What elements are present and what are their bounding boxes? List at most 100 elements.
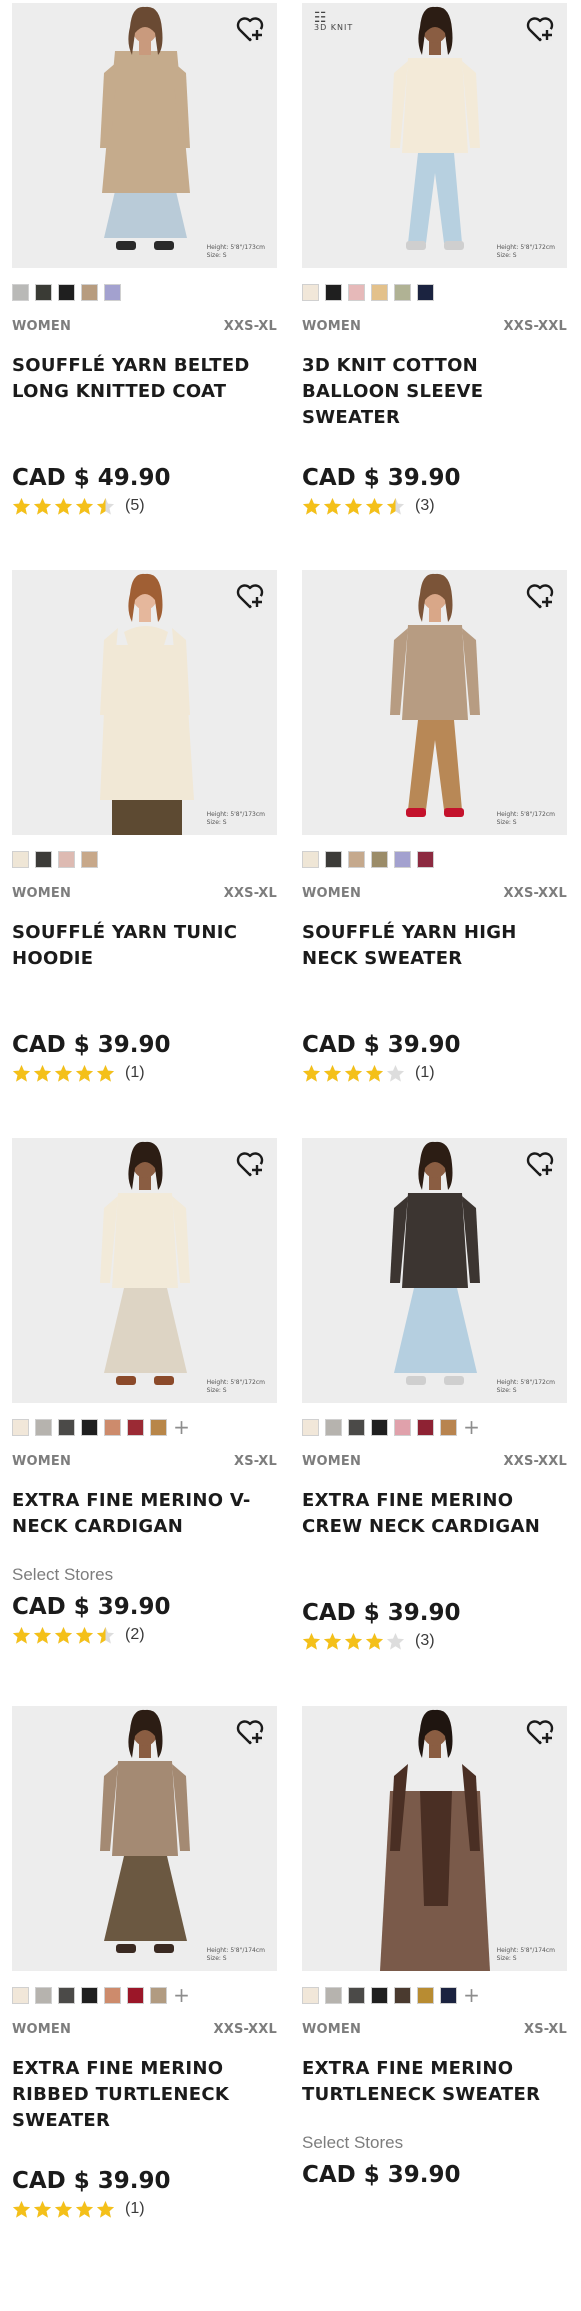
more-colors-icon[interactable]: + — [173, 1417, 190, 1437]
color-swatch[interactable] — [394, 1986, 411, 2004]
model-size-note-line: Height: 5'8"/173cm — [206, 811, 265, 818]
color-swatch[interactable] — [12, 1418, 29, 1436]
wishlist-heart-icon[interactable] — [525, 1150, 555, 1178]
color-swatch[interactable] — [302, 283, 319, 301]
color-swatch[interactable] — [394, 850, 411, 868]
model-size-note-line: Size: S — [496, 819, 517, 826]
product-image[interactable]: Height: 5'8"/173cm Size: S — [12, 570, 277, 835]
color-swatch[interactable] — [302, 1418, 319, 1436]
color-swatch[interactable] — [12, 283, 29, 301]
star-icon — [323, 1064, 342, 1082]
product-card[interactable]: Height: 5'8"/173cm Size: S WOMEN XXS-XL SOUF… — [12, 3, 277, 563]
color-swatch[interactable] — [371, 283, 388, 301]
color-swatch[interactable] — [348, 283, 365, 301]
product-image[interactable]: Height: 5'8"/174cm Size: S — [12, 1706, 277, 1971]
color-swatch[interactable] — [12, 1986, 29, 2004]
product-price: CAD $ 39.90 — [12, 1032, 171, 1058]
color-swatch[interactable] — [325, 850, 342, 868]
star-rating[interactable]: (3) — [302, 495, 567, 517]
more-colors-icon[interactable]: + — [463, 1417, 480, 1437]
color-swatch[interactable] — [12, 850, 29, 868]
color-swatch[interactable] — [150, 1418, 167, 1436]
product-name[interactable]: EXTRA FINE MERINO V-NECK CARDIGAN — [12, 1488, 277, 1540]
wishlist-heart-icon[interactable] — [525, 582, 555, 610]
color-swatch[interactable] — [35, 1986, 52, 2004]
product-card[interactable]: Height: 5'8"/174cm Size: S + WOMEN XXS-XXL EX… — [12, 1706, 277, 2266]
color-swatch[interactable] — [325, 1418, 342, 1436]
color-swatch[interactable] — [104, 283, 121, 301]
color-swatch[interactable] — [302, 850, 319, 868]
color-swatches — [12, 283, 277, 301]
wishlist-heart-icon[interactable] — [525, 1718, 555, 1746]
product-name[interactable]: EXTRA FINE MERINO CREW NECK CARDIGAN — [302, 1488, 567, 1540]
product-name[interactable]: 3D KNIT COTTON BALLOON SLEEVE SWEATER — [302, 353, 567, 431]
color-swatch[interactable] — [127, 1986, 144, 2004]
color-swatch[interactable] — [81, 1418, 98, 1436]
color-swatch[interactable] — [58, 283, 75, 301]
color-swatch[interactable] — [371, 1986, 388, 2004]
wishlist-heart-icon[interactable] — [235, 1718, 265, 1746]
color-swatch[interactable] — [348, 850, 365, 868]
star-rating[interactable]: (5) — [12, 495, 277, 517]
product-image[interactable]: Height: 5'8"/172cm Size: S — [302, 1138, 567, 1403]
color-swatch[interactable] — [81, 1986, 98, 2004]
color-swatch[interactable] — [417, 1986, 434, 2004]
color-swatch[interactable] — [104, 1986, 121, 2004]
color-swatch[interactable] — [35, 850, 52, 868]
more-colors-icon[interactable]: + — [463, 1985, 480, 2005]
color-swatch[interactable] — [58, 1418, 75, 1436]
wishlist-heart-icon[interactable] — [235, 1150, 265, 1178]
color-swatch[interactable] — [440, 1418, 457, 1436]
color-swatch[interactable] — [81, 283, 98, 301]
color-swatch[interactable] — [348, 1418, 365, 1436]
color-swatch[interactable] — [150, 1986, 167, 2004]
star-rating[interactable]: (3) — [302, 1630, 567, 1652]
color-swatch[interactable] — [348, 1986, 365, 2004]
product-image[interactable]: Height: 5'8"/172cm Size: S — [302, 570, 567, 835]
color-swatch[interactable] — [325, 1986, 342, 2004]
color-swatch[interactable] — [417, 850, 434, 868]
color-swatch[interactable] — [325, 283, 342, 301]
product-name[interactable]: EXTRA FINE MERINO TURTLENECK SWEATER — [302, 2056, 567, 2108]
color-swatch[interactable] — [371, 1418, 388, 1436]
color-swatch[interactable] — [417, 283, 434, 301]
product-image[interactable]: ☷ 3D KNIT Height: 5'8"/172cm Size: S — [302, 3, 567, 268]
star-rating[interactable]: (1) — [12, 1062, 277, 1084]
product-image[interactable]: Height: 5'8"/172cm Size: S — [12, 1138, 277, 1403]
product-card[interactable]: Height: 5'8"/172cm Size: S WOMEN XXS-XXL SOU… — [302, 570, 567, 1130]
color-swatch[interactable] — [58, 850, 75, 868]
color-swatch[interactable] — [394, 1418, 411, 1436]
color-swatch[interactable] — [58, 1986, 75, 2004]
model-size-note-line: Height: 5'8"/172cm — [206, 1379, 265, 1386]
color-swatch[interactable] — [371, 850, 388, 868]
wishlist-heart-icon[interactable] — [525, 15, 555, 43]
product-name[interactable]: SOUFFLÉ YARN BELTED LONG KNITTED COAT — [12, 353, 277, 405]
product-name[interactable]: SOUFFLÉ YARN HIGH NECK SWEATER — [302, 920, 567, 972]
color-swatch[interactable] — [394, 283, 411, 301]
wishlist-heart-icon[interactable] — [235, 582, 265, 610]
color-swatch[interactable] — [35, 283, 52, 301]
product-card[interactable]: Height: 5'8"/173cm Size: S WOMEN XXS-XL SOUF… — [12, 570, 277, 1130]
color-swatch[interactable] — [302, 1986, 319, 2004]
product-card[interactable]: ☷ 3D KNIT Height: 5'8"/172cm Size: S WOMEN XX… — [302, 3, 567, 563]
product-meta: WOMEN XS-XL — [12, 1454, 277, 1470]
product-name[interactable]: EXTRA FINE MERINO RIBBED TURTLENECK SWEA… — [12, 2056, 277, 2134]
product-name[interactable]: SOUFFLÉ YARN TUNIC HOODIE — [12, 920, 277, 972]
product-card[interactable]: Height: 5'8"/172cm Size: S + WOMEN XXS-XXL EX… — [302, 1138, 567, 1698]
color-swatch[interactable] — [81, 850, 98, 868]
star-rating[interactable]: (1) — [12, 2198, 277, 2220]
star-icon — [12, 1626, 31, 1644]
more-colors-icon[interactable]: + — [173, 1985, 190, 2005]
product-card[interactable]: Height: 5'8"/174cm Size: S + WOMEN XS-XL EXTR… — [302, 1706, 567, 2266]
product-image[interactable]: Height: 5'8"/174cm Size: S — [302, 1706, 567, 1971]
wishlist-heart-icon[interactable] — [235, 15, 265, 43]
color-swatch[interactable] — [417, 1418, 434, 1436]
color-swatch[interactable] — [440, 1986, 457, 2004]
color-swatch[interactable] — [127, 1418, 144, 1436]
product-card[interactable]: Height: 5'8"/172cm Size: S + WOMEN XS-XL EXTR… — [12, 1138, 277, 1698]
product-image[interactable]: Height: 5'8"/173cm Size: S — [12, 3, 277, 268]
color-swatch[interactable] — [104, 1418, 121, 1436]
color-swatch[interactable] — [35, 1418, 52, 1436]
star-rating[interactable]: (1) — [302, 1062, 567, 1084]
star-rating[interactable]: (2) — [12, 1624, 277, 1646]
